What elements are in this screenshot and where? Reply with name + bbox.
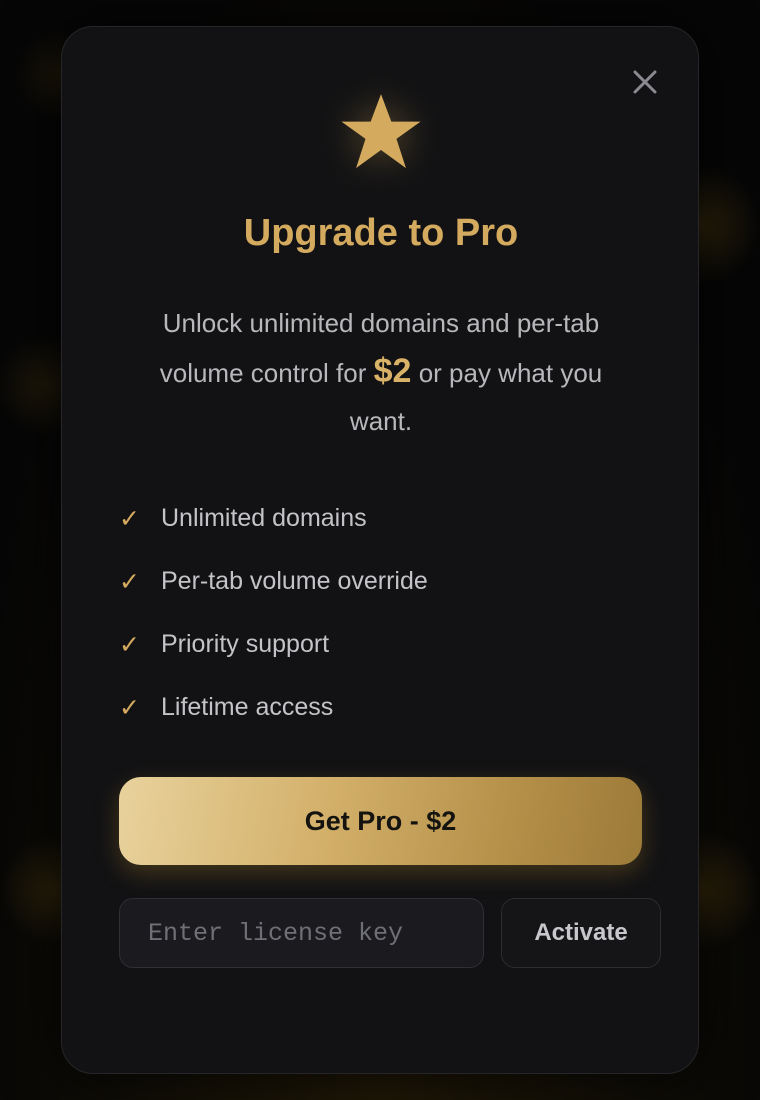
check-icon: ✓ — [119, 693, 140, 722]
check-icon: ✓ — [119, 567, 140, 596]
license-key-input[interactable] — [119, 898, 484, 968]
feature-item: ✓ Priority support — [119, 613, 639, 676]
check-icon: ✓ — [119, 630, 140, 659]
feature-label: Priority support — [161, 630, 330, 658]
feature-item: ✓ Unlimited domains — [119, 487, 639, 550]
activate-button[interactable]: Activate — [501, 898, 661, 968]
feature-label: Per-tab volume override — [161, 567, 428, 595]
price-highlight: $2 — [373, 352, 412, 390]
check-icon: ✓ — [119, 504, 140, 533]
feature-label: Unlimited domains — [161, 504, 367, 532]
feature-label: Lifetime access — [161, 693, 334, 721]
get-pro-button[interactable]: Get Pro - $2 — [119, 777, 642, 865]
upgrade-modal: Upgrade to Pro Unlock unlimited domains … — [61, 26, 699, 1074]
close-button[interactable] — [628, 65, 662, 99]
modal-description: Unlock unlimited domains and per-tab vol… — [132, 299, 630, 445]
modal-title: Upgrade to Pro — [243, 212, 519, 254]
feature-list: ✓ Unlimited domains ✓ Per-tab volume ove… — [119, 487, 639, 739]
close-icon — [633, 70, 657, 94]
feature-item: ✓ Lifetime access — [119, 676, 639, 739]
feature-item: ✓ Per-tab volume override — [119, 550, 639, 613]
star-icon — [341, 94, 421, 169]
